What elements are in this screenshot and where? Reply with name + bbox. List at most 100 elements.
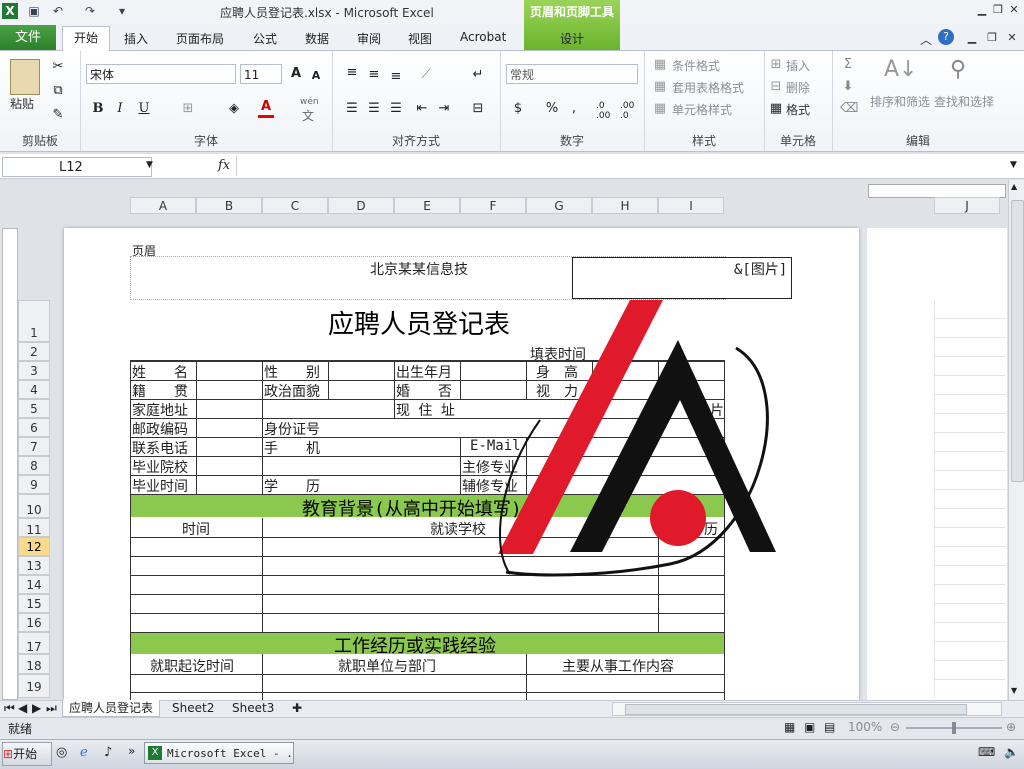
minimize-ribbon-icon[interactable]: ︿ [920, 31, 932, 48]
row-header-14[interactable]: 14 [18, 575, 50, 594]
find-select-button[interactable]: 查找和选择 [934, 93, 994, 110]
company-logo-image[interactable] [470, 296, 790, 580]
help-icon[interactable]: ? [938, 29, 954, 45]
insert-cells-button[interactable]: 插入 [786, 57, 810, 74]
number-format-combo[interactable]: 常规 [506, 64, 638, 84]
format-painter-icon[interactable]: ✎ [50, 107, 66, 123]
restore-icon[interactable]: ❐ [990, 3, 1006, 17]
row-header-15[interactable]: 15 [18, 594, 50, 613]
insert-cells-icon[interactable]: ⊞ [768, 57, 784, 73]
align-right-icon[interactable]: ☰ [388, 101, 404, 117]
zoom-slider[interactable] [906, 722, 1002, 734]
row-header-3[interactable]: 3 [18, 361, 50, 380]
fill-color-icon[interactable]: ◈ [226, 101, 242, 117]
prev-sheet-icon[interactable]: ◀ [18, 700, 27, 716]
insert-sheet-icon[interactable]: ✚ [292, 700, 302, 716]
format-as-table-button[interactable]: 套用表格格式 [672, 79, 744, 96]
paste-icon[interactable] [10, 59, 40, 95]
align-center-icon[interactable]: ☰ [366, 101, 382, 117]
row-header-19[interactable]: 19 [18, 674, 50, 698]
last-sheet-icon[interactable]: ⏭ [46, 700, 57, 716]
name-box[interactable]: L12 [2, 157, 152, 177]
row-header-5[interactable]: 5 [18, 399, 50, 418]
increase-indent-icon[interactable]: ⇥ [436, 101, 452, 117]
page-break-view-icon[interactable]: ▤ [824, 720, 835, 734]
accounting-format-icon[interactable]: $ [510, 101, 526, 117]
quicklaunch-explorer-icon[interactable]: ◎ [56, 745, 67, 760]
name-box-dropdown-icon[interactable]: ▼ [146, 160, 153, 170]
row-header-17[interactable]: 17 [18, 632, 50, 654]
font-name-combo[interactable]: 宋体 [86, 64, 236, 84]
bold-button[interactable]: B [90, 101, 106, 117]
copy-icon[interactable]: ⧉ [50, 83, 66, 99]
align-top-icon[interactable]: ≡ [344, 65, 360, 81]
tab-insert[interactable]: 插入 [124, 30, 148, 47]
phonetic-button[interactable]: 文 [302, 107, 314, 124]
save-icon[interactable]: ▣ [26, 3, 42, 19]
next-sheet-icon[interactable]: ▶ [32, 700, 41, 716]
cut-icon[interactable]: ✂ [50, 59, 66, 75]
quicklaunch-media-icon[interactable]: ♪ [104, 745, 112, 760]
align-middle-icon[interactable]: ≡ [366, 67, 382, 83]
normal-view-icon[interactable]: ▦ [784, 720, 795, 734]
workbook-close-icon[interactable]: ✕ [1004, 31, 1020, 45]
column-header-b[interactable]: B [196, 197, 262, 214]
delete-cells-icon[interactable]: ⊟ [768, 79, 784, 95]
column-header-j[interactable]: J [934, 197, 1000, 214]
conditional-format-icon[interactable]: ▦ [652, 57, 668, 73]
header-center-text[interactable]: 北京某某信息技 [370, 259, 468, 279]
context-tab-header-footer-tools[interactable]: 页眉和页脚工具 设计 [524, 0, 620, 50]
format-cells-icon[interactable]: ▦ [768, 101, 784, 117]
workbook-minimize-icon[interactable]: ▁ [964, 31, 980, 45]
tab-file[interactable]: 文件 [0, 25, 56, 50]
horizontal-scrollbar[interactable] [612, 702, 1002, 716]
row-header-18[interactable]: 18 [18, 654, 50, 674]
taskbar-excel-window[interactable]: Microsoft Excel - ... [144, 742, 294, 764]
row-header-9[interactable]: 9 [18, 475, 50, 494]
column-header-c[interactable]: C [262, 197, 328, 214]
column-header-i[interactable]: I [658, 197, 724, 214]
align-bottom-icon[interactable]: ≡ [388, 69, 404, 85]
row-header-2[interactable]: 2 [18, 342, 50, 361]
close-icon[interactable]: ✕ [1006, 3, 1022, 17]
cell-styles-icon[interactable]: ▦ [652, 101, 668, 117]
row-header-16[interactable]: 16 [18, 613, 50, 632]
row-header-8[interactable]: 8 [18, 456, 50, 475]
start-button[interactable]: ⊞开始 [2, 742, 52, 766]
increase-decimal-button[interactable]: .0 .00 [596, 101, 618, 121]
zoom-in-icon[interactable]: ⊕ [1006, 720, 1016, 734]
merge-center-icon[interactable]: ⊟ [470, 101, 486, 117]
page-layout-view-icon[interactable]: ▣ [804, 720, 815, 734]
autosum-icon[interactable]: Σ [840, 57, 856, 73]
column-header-e[interactable]: E [394, 197, 460, 214]
cell-styles-button[interactable]: 单元格样式 [672, 101, 732, 118]
font-size-combo[interactable]: 11 [240, 64, 282, 84]
formula-input[interactable] [236, 156, 1007, 176]
conditional-format-button[interactable]: 条件格式 [672, 57, 720, 74]
underline-button[interactable]: U [136, 101, 152, 117]
grow-font-icon[interactable]: A [288, 66, 304, 82]
row-header-12[interactable]: 12 [18, 537, 50, 556]
italic-button[interactable]: I [112, 101, 128, 117]
align-left-icon[interactable]: ☰ [344, 101, 360, 117]
paste-button[interactable]: 粘贴 [10, 95, 34, 112]
fill-icon[interactable]: ⬇ [840, 79, 856, 95]
row-header-1[interactable]: 1 [18, 300, 50, 342]
row-header-10[interactable]: 10 [18, 494, 50, 518]
tab-home[interactable]: 开始 [62, 26, 110, 52]
find-select-icon[interactable]: ⚲ [950, 57, 966, 82]
delete-cells-button[interactable]: 删除 [786, 79, 810, 96]
column-header-d[interactable]: D [328, 197, 394, 214]
tab-data[interactable]: 数据 [305, 30, 329, 47]
shrink-font-icon[interactable]: A [308, 68, 324, 84]
vertical-scrollbar[interactable]: ▲ ▼ [1008, 180, 1024, 700]
tab-view[interactable]: 视图 [408, 30, 432, 47]
column-header-h[interactable]: H [592, 197, 658, 214]
tab-formulas[interactable]: 公式 [253, 30, 277, 47]
workbook-restore-icon[interactable]: ❐ [984, 31, 1000, 45]
tray-volume-icon[interactable]: 🔈 [1004, 745, 1019, 759]
sort-filter-icon[interactable]: A↓ [884, 57, 917, 82]
tab-page-layout[interactable]: 页面布局 [176, 30, 224, 47]
sheet-tab-active[interactable]: 应聘人员登记表 [62, 700, 161, 717]
excel-app-icon[interactable]: X [2, 3, 18, 19]
